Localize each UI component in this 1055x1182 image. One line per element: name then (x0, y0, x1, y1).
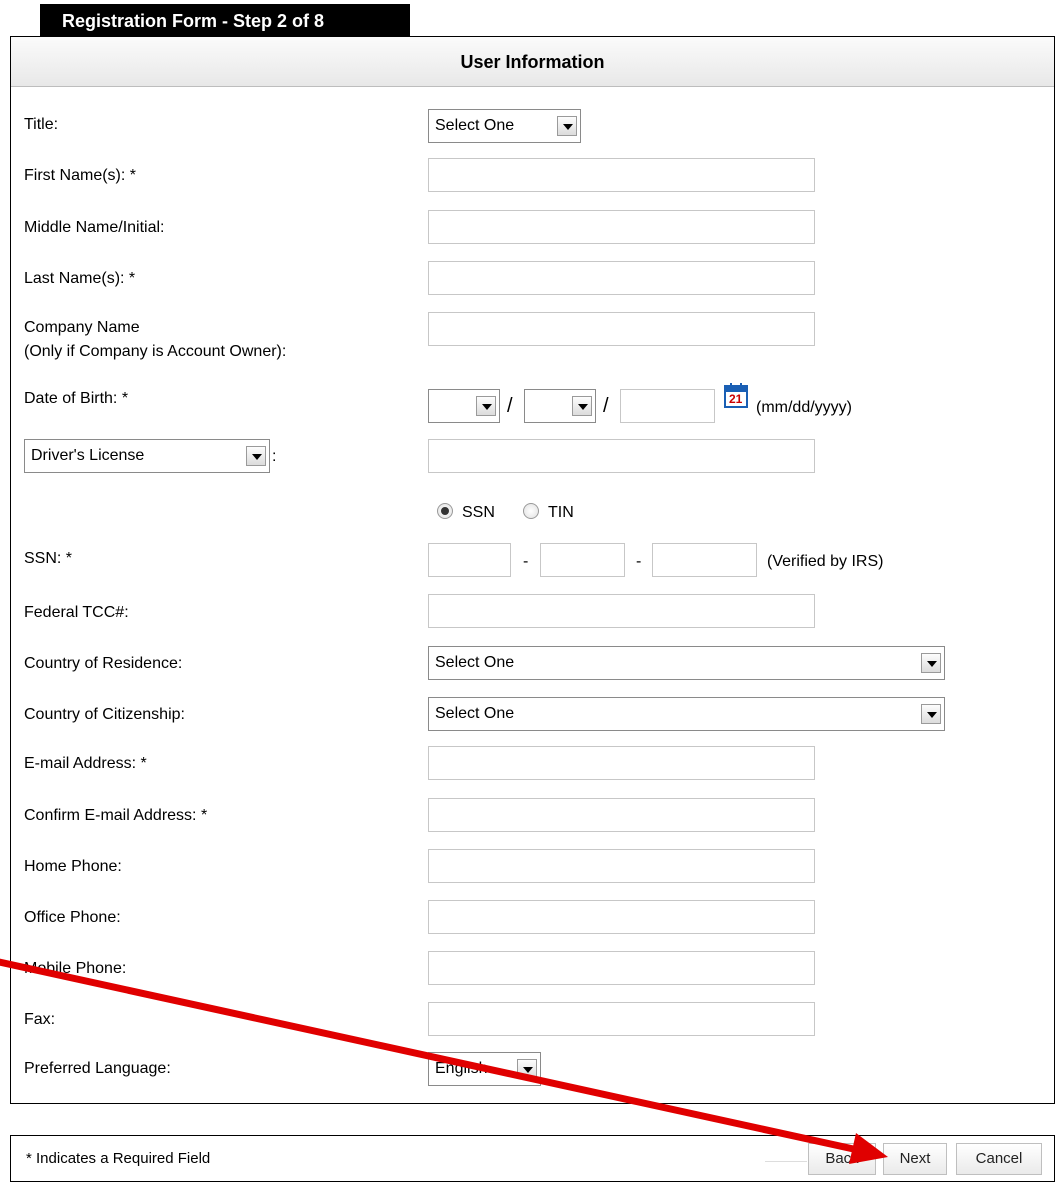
preferred-language-label: Preferred Language: (24, 1060, 171, 1077)
fax-field[interactable] (428, 1002, 815, 1036)
country-residence-select[interactable]: Select One (428, 646, 945, 680)
ssn-radio[interactable] (437, 503, 453, 519)
home-phone-label: Home Phone: (24, 858, 122, 875)
last-name-field[interactable] (428, 261, 815, 295)
dob-label: Date of Birth: * (24, 390, 129, 407)
cancel-button[interactable]: Cancel (956, 1143, 1042, 1175)
chevron-down-icon[interactable] (517, 1059, 537, 1079)
ssn-part2-field[interactable] (540, 543, 625, 577)
chevron-down-icon[interactable] (921, 653, 941, 673)
middle-name-label: Middle Name/Initial: (24, 219, 165, 236)
chevron-down-icon[interactable] (476, 396, 496, 416)
federal-tcc-field[interactable] (428, 594, 815, 628)
dob-separator: / (507, 395, 513, 417)
email-field[interactable] (428, 746, 815, 780)
first-name-field[interactable] (428, 158, 815, 192)
back-button[interactable]: Back (808, 1143, 876, 1175)
mobile-phone-label: Mobile Phone: (24, 960, 127, 977)
ssn-label: SSN: * (24, 550, 73, 567)
home-phone-field[interactable] (428, 849, 815, 883)
country-residence-label: Country of Residence: (24, 655, 183, 672)
confirm-email-field[interactable] (428, 798, 815, 832)
ssn-separator: - (636, 553, 642, 570)
id-type-value: Driver's License (31, 447, 145, 464)
dob-month-select[interactable] (428, 389, 500, 423)
fax-label: Fax: (24, 1011, 56, 1028)
chevron-down-icon[interactable] (246, 446, 266, 466)
calendar-day: 21 (729, 392, 743, 406)
next-button[interactable]: Next (883, 1143, 947, 1175)
id-type-select[interactable]: Driver's License (24, 439, 270, 473)
footer-divider (765, 1161, 807, 1162)
calendar-icon[interactable]: 21 (724, 382, 748, 408)
company-name-field[interactable] (428, 312, 815, 346)
chevron-down-icon[interactable] (572, 396, 592, 416)
ssn-radio-label: SSN (462, 504, 495, 521)
last-name-label: Last Name(s): * (24, 270, 136, 287)
country-citizenship-label: Country of Citizenship: (24, 706, 185, 723)
title-label: Title: (24, 116, 59, 133)
dob-separator: / (603, 395, 609, 417)
title-select[interactable]: Select One (428, 109, 581, 143)
preferred-language-value: English (435, 1060, 488, 1077)
email-label: E-mail Address: * (24, 755, 147, 772)
ssn-part3-field[interactable] (652, 543, 757, 577)
mobile-phone-field[interactable] (428, 951, 815, 985)
dob-year-field[interactable] (620, 389, 715, 423)
chevron-down-icon[interactable] (921, 704, 941, 724)
first-name-label: First Name(s): * (24, 167, 136, 184)
ssn-part1-field[interactable] (428, 543, 511, 577)
dob-day-select[interactable] (524, 389, 596, 423)
office-phone-field[interactable] (428, 900, 815, 934)
country-citizenship-select[interactable]: Select One (428, 697, 945, 731)
dob-format-hint: (mm/dd/yyyy) (756, 399, 852, 416)
tab-registration-step: Registration Form - Step 2 of 8 (40, 4, 410, 38)
company-name-label: Company Name (24, 319, 140, 336)
required-field-note: * Indicates a Required Field (26, 1150, 211, 1167)
tin-radio[interactable] (523, 503, 539, 519)
tin-radio-label: TIN (548, 504, 574, 521)
title-select-value: Select One (435, 117, 515, 134)
ssn-separator: - (523, 553, 529, 570)
ssn-verified-note: (Verified by IRS) (767, 553, 884, 570)
company-name-note: (Only if Company is Account Owner): (24, 343, 287, 360)
federal-tcc-label: Federal TCC#: (24, 604, 129, 621)
id-type-colon: : (272, 448, 277, 465)
middle-name-field[interactable] (428, 210, 815, 244)
country-citizenship-value: Select One (435, 705, 515, 722)
id-number-field[interactable] (428, 439, 815, 473)
office-phone-label: Office Phone: (24, 909, 121, 926)
preferred-language-select[interactable]: English (428, 1052, 541, 1086)
country-residence-value: Select One (435, 654, 515, 671)
chevron-down-icon[interactable] (557, 116, 577, 136)
confirm-email-label: Confirm E-mail Address: * (24, 807, 208, 824)
user-information-panel (10, 36, 1055, 1104)
section-title: User Information (11, 37, 1054, 87)
